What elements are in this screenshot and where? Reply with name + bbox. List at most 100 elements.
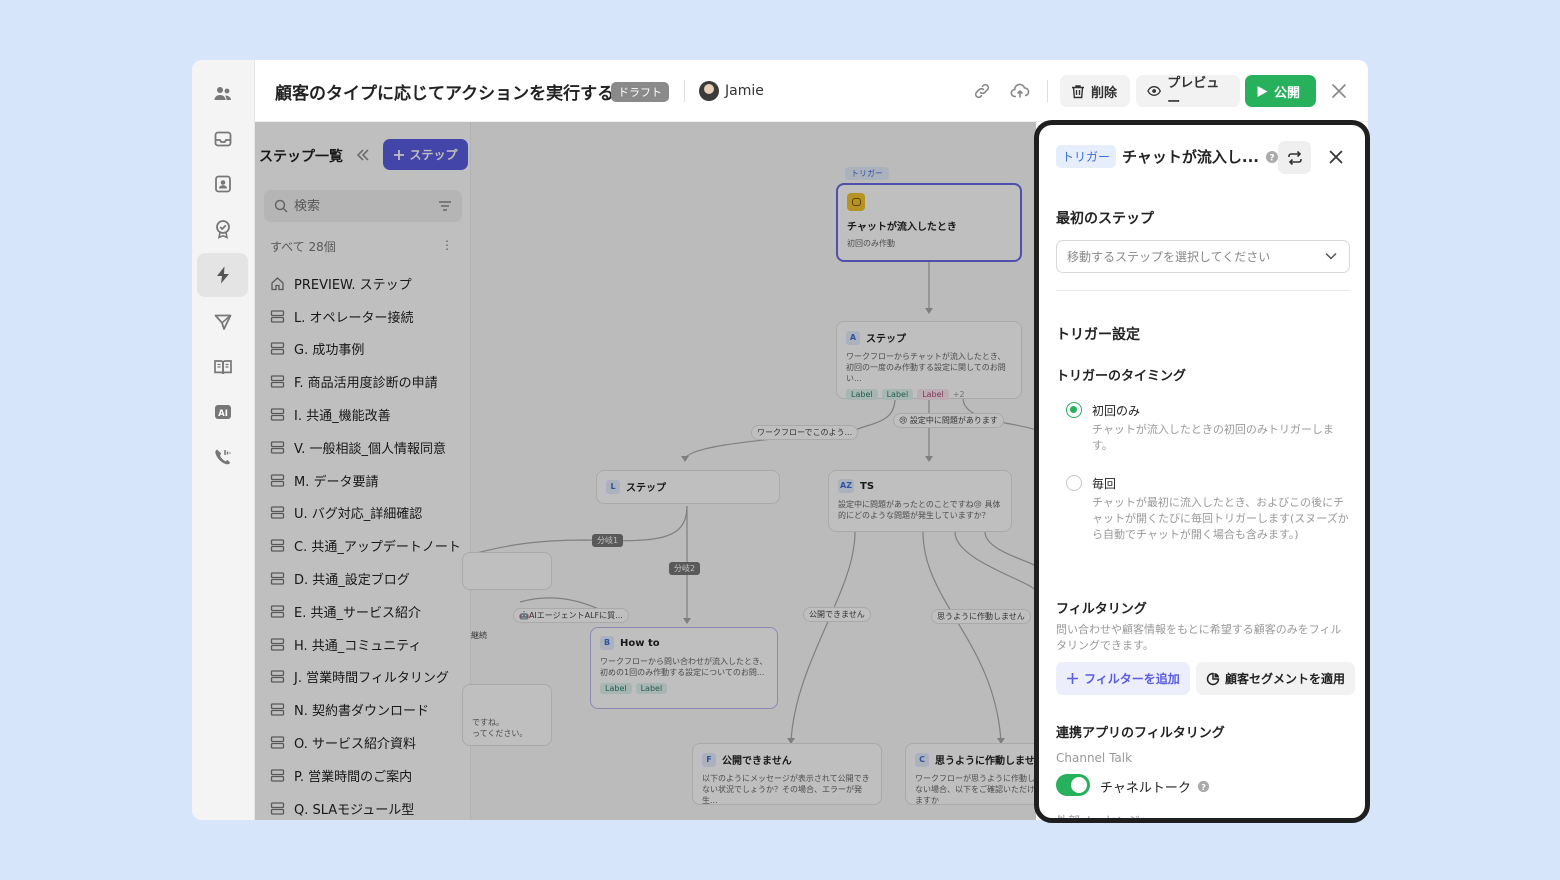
status-badge: ドラフト (611, 82, 669, 102)
timing-heading: トリガーのタイミング (1056, 369, 1187, 384)
first-step-select[interactable]: 移動するステップを選択してください (1056, 240, 1350, 273)
top-bar: 顧客のタイプに応じてアクションを実行する ドラフト Jamie 削除 プレビュー… (255, 60, 1368, 122)
node-title: ステップ (866, 334, 906, 345)
svg-text:?: ? (1269, 153, 1274, 163)
step-node[interactable]: C 思うように作動しません ワークフローが思うように作動しない場合、以下をご確認い… (905, 743, 1036, 805)
inbox-icon[interactable] (197, 117, 248, 161)
step-node[interactable]: B How to ワークフローから問い合わせが流入したとき、初めの1回のみ作動する… (590, 627, 778, 709)
edge-label[interactable]: ワークフローでこのよう... (751, 425, 859, 440)
step-node[interactable] (462, 552, 552, 590)
trash-icon (1072, 84, 1084, 98)
add-filter-label: フィルターを追加 (1084, 672, 1180, 686)
filtering-desc: 問い合わせや顧客情報をもとに希望する顧客のみをフィルタリングできます。 (1056, 623, 1342, 652)
edge-label[interactable]: 公開できません (803, 607, 871, 622)
node-body: ワークフローからチャットが流入したとき、初回の一度のみ作動する設定に関してのお問… (846, 352, 1006, 383)
publish-button[interactable]: 公開 (1245, 75, 1316, 107)
user-name: Jamie (725, 83, 764, 99)
close-icon[interactable] (1328, 149, 1344, 165)
label-chip: Label (846, 389, 878, 400)
radio-first-time[interactable] (1066, 402, 1082, 418)
publish-label: 公開 (1274, 85, 1301, 101)
repeat-icon (1287, 150, 1302, 165)
trigger-settings-heading: トリガー設定 (1056, 327, 1140, 343)
delete-label: 削除 (1091, 85, 1118, 101)
node-letter: L (606, 479, 620, 494)
edge-label[interactable]: 😢 設定中に問題があります (893, 413, 1004, 428)
avatar (699, 81, 719, 101)
node-letter: A (846, 330, 860, 345)
node-sub: 初回のみ作動 (847, 239, 895, 248)
node-title: TS (860, 480, 875, 492)
link-icon[interactable] (972, 81, 992, 101)
plus-icon (1067, 673, 1078, 684)
node-body: 設定中に問題があったとのことですね😢 具体的にどのような問題が発生していますか？ (838, 500, 1001, 520)
node-title: 公開できません (722, 756, 792, 767)
badge-check-icon[interactable] (197, 207, 248, 251)
apply-segment-button[interactable]: 顧客セグメントを適用 (1196, 662, 1355, 695)
label-chip: Label (635, 683, 668, 694)
cloud-upload-icon[interactable] (1010, 81, 1030, 101)
edge-label[interactable]: 🤖AIエージェントALFに質... (513, 608, 629, 623)
step-node[interactable]: ですね。 ってください。 (462, 684, 552, 746)
node-body: ワークフローが思うように作動しない場合、以下をご確認いただけますか (915, 774, 1035, 805)
node-title: How to (620, 637, 660, 649)
divider (1047, 80, 1048, 102)
send-icon[interactable] (197, 300, 248, 344)
branch-chip: 分岐2 (669, 562, 701, 575)
node-body: 以下のようにメッセージが表示されて公開できない状況でしょうか？その場合、エラーが… (702, 774, 870, 805)
edge-label: 継続 (471, 631, 487, 640)
external-messenger-label: 外部メッセンジャー (1056, 814, 1164, 823)
channel-toggle-label-row: チャネルトーク ? (1100, 777, 1210, 796)
radio-label: 初回のみ (1092, 404, 1141, 418)
help-icon[interactable]: ? (1197, 780, 1210, 793)
branch-chip: 分岐1 (592, 534, 624, 547)
pie-chart-icon (1206, 672, 1220, 685)
close-icon[interactable] (1330, 82, 1348, 100)
channel-toggle-label: チャネルトーク (1100, 781, 1191, 796)
sidebar-rail: AI (192, 60, 255, 820)
workflow-canvas[interactable]: ステップ一覧 ステップ すべて 28個 ⋮ PREVIEW. ステップL. オペ… (255, 122, 1036, 820)
people-icon[interactable] (197, 72, 248, 116)
trigger-node[interactable]: チャットが流入したとき 初回のみ作動 (836, 183, 1022, 262)
label-more: +2 (952, 390, 965, 399)
add-filter-button[interactable]: フィルターを追加 (1056, 662, 1190, 695)
edge-label[interactable]: 思うように作動しません (931, 609, 1031, 624)
radio-every-time[interactable] (1066, 475, 1082, 491)
phone-icon[interactable] (197, 435, 248, 479)
step-node[interactable]: A ステップ ワークフローからチャットが流入したとき、初回の一度のみ作動する設定に… (836, 321, 1022, 400)
switch-trigger-button[interactable] (1278, 141, 1311, 174)
preview-label: プレビュー (1167, 76, 1220, 110)
trigger-tag: トリガー (845, 167, 889, 180)
preview-button[interactable]: プレビュー (1136, 75, 1240, 110)
select-placeholder: 移動するステップを選択してください (1067, 250, 1271, 264)
svg-text:?: ? (1201, 782, 1206, 792)
channel-talk-toggle[interactable] (1056, 774, 1090, 796)
channel-talk-label: Channel Talk (1056, 751, 1133, 765)
trigger-settings-panel: トリガー チャットが流入し... ? 最初のステップ 移動するステップを選択して… (1034, 120, 1370, 823)
contacts-icon[interactable] (197, 162, 248, 206)
filtering-heading: フィルタリング (1056, 602, 1147, 617)
chat-trigger-icon (847, 193, 865, 211)
label-chip: Label (917, 389, 949, 400)
apply-segment-label: 顧客セグメントを適用 (1224, 672, 1345, 686)
delete-button[interactable]: 削除 (1060, 75, 1130, 107)
eye-icon (1147, 86, 1162, 96)
help-icon[interactable]: ? (1265, 150, 1279, 164)
node-body: ですね。 ってください。 (472, 718, 528, 738)
step-node[interactable]: AZ TS 設定中に問題があったとのことですね😢 具体的にどのような問題が発生して… (828, 470, 1012, 532)
step-node[interactable]: L ステップ (596, 470, 780, 504)
node-body: ワークフローから問い合わせが流入したとき、初めの1回のみ作動する設定についてのお… (600, 657, 768, 677)
divider (684, 80, 685, 102)
node-letter: C (915, 752, 929, 767)
ai-icon[interactable]: AI (197, 390, 248, 434)
divider (1056, 290, 1350, 291)
node-title: チャットが流入したとき (847, 222, 957, 233)
workflow-title[interactable]: 顧客のタイプに応じてアクションを実行する (275, 79, 614, 104)
step-node[interactable]: F 公開できません 以下のようにメッセージが表示されて公開できない状況でしょうか？… (692, 743, 882, 805)
radio-desc: チャットが流入したときの初回のみトリガーします。 (1092, 423, 1334, 452)
app-filtering-heading: 連携アプリのフィルタリング (1056, 726, 1225, 741)
play-icon (1257, 85, 1268, 97)
node-title: ステップ (626, 483, 666, 494)
workflow-bolt-icon[interactable] (197, 253, 248, 297)
book-icon[interactable] (197, 345, 248, 389)
